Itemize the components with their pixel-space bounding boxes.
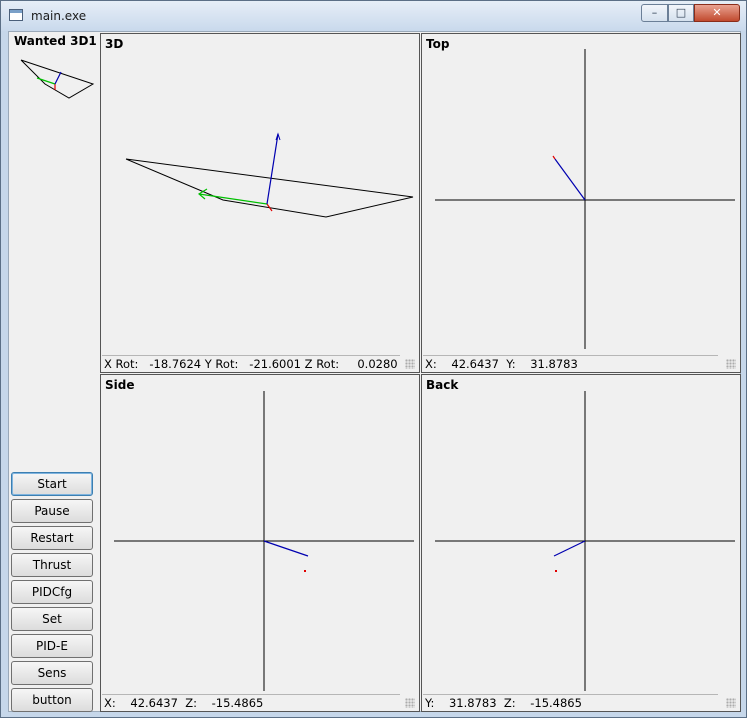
status-back: Y: 31.8783 Z: -15.4865	[423, 694, 718, 710]
view-side-canvas[interactable]	[101, 375, 419, 693]
close-button[interactable]: ✕	[694, 4, 740, 22]
pane-3d[interactable]: 3D X Rot: -18.7624 Y Rot: -21.6001 Z Rot…	[100, 33, 420, 373]
pause-button[interactable]: Pause	[11, 499, 93, 523]
wanted-title: Wanted 3D1	[14, 34, 97, 48]
window-title: main.exe	[31, 9, 87, 23]
wanted-preview	[20, 59, 95, 99]
sens-button[interactable]: Sens	[11, 661, 93, 685]
pane-title-top: Top	[426, 37, 450, 51]
thrust-button[interactable]: Thrust	[11, 553, 93, 577]
pane-back[interactable]: Back Y: 31.8783 Z: -15.4865	[421, 374, 741, 712]
status-side: X: 42.6437 Z: -15.4865	[102, 694, 400, 710]
set-button[interactable]: Set	[11, 607, 93, 631]
left-panel: Wanted 3D1 Start Pause Restart Thrust PI…	[9, 32, 99, 712]
resize-grip-icon[interactable]	[726, 698, 736, 708]
resize-grip-icon[interactable]	[726, 359, 736, 369]
start-button[interactable]: Start	[11, 472, 93, 496]
pane-top[interactable]: Top X: 42.6437 Y: 31.8783	[421, 33, 741, 373]
pane-title-3d: 3D	[105, 37, 124, 51]
generic-button[interactable]: button	[11, 688, 93, 712]
minimize-button[interactable]: –	[641, 4, 668, 22]
pane-title-back: Back	[426, 378, 459, 392]
maximize-button[interactable]: □	[668, 4, 694, 22]
view-3d-canvas[interactable]	[101, 34, 419, 354]
status-3d: X Rot: -18.7624 Y Rot: -21.6001 Z Rot: 0…	[102, 355, 400, 371]
pid-e-button[interactable]: PID-E	[11, 634, 93, 658]
client-area: Wanted 3D1 Start Pause Restart Thrust PI…	[8, 31, 741, 712]
resize-grip-icon[interactable]	[405, 698, 415, 708]
view-back-canvas[interactable]	[422, 375, 740, 693]
pidcfg-button[interactable]: PIDCfg	[11, 580, 93, 604]
app-icon	[9, 9, 23, 21]
restart-button[interactable]: Restart	[11, 526, 93, 550]
title-bar[interactable]: main.exe – □ ✕	[1, 1, 746, 31]
resize-grip-icon[interactable]	[405, 359, 415, 369]
view-top-canvas[interactable]	[422, 34, 740, 354]
pane-side[interactable]: Side X: 42.6437 Z: -15.4865	[100, 374, 420, 712]
pane-title-side: Side	[105, 378, 135, 392]
status-top: X: 42.6437 Y: 31.8783	[423, 355, 718, 371]
app-window: main.exe – □ ✕ Wanted 3D1 Start Pause Re…	[0, 0, 747, 718]
